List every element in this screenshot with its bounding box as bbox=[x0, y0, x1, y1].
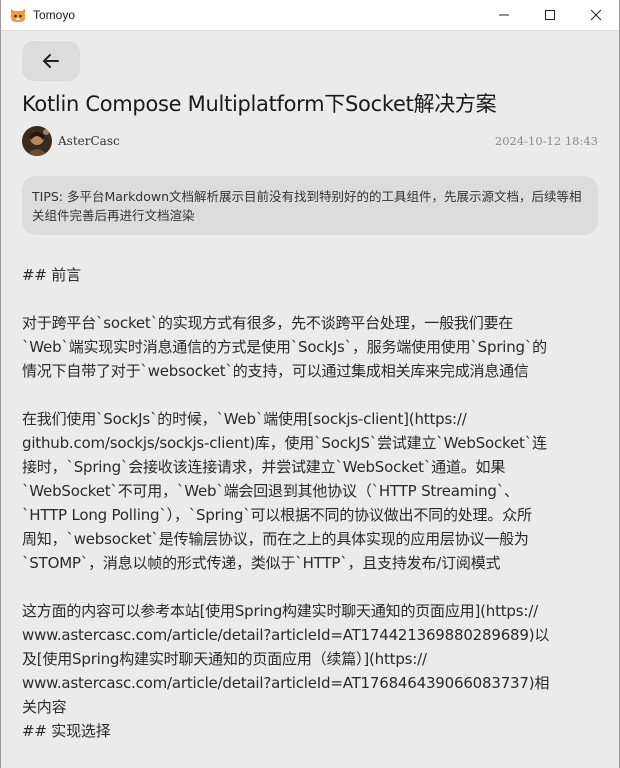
body-text-line: 关内容 bbox=[22, 698, 67, 716]
app-window: Tomoyo Kotlin Compose Multiplatform下Sock… bbox=[0, 0, 620, 768]
body-text-line: www.astercasc.com/article/detail?article… bbox=[22, 674, 550, 692]
window-controls bbox=[481, 0, 619, 31]
body-blank-line bbox=[22, 383, 598, 407]
close-icon bbox=[590, 9, 602, 21]
window-title: Tomoyo bbox=[33, 8, 76, 22]
close-button[interactable] bbox=[573, 0, 619, 31]
maximize-button[interactable] bbox=[527, 0, 573, 31]
avatar[interactable] bbox=[22, 126, 52, 156]
minimize-icon bbox=[499, 14, 509, 16]
body-text-line: ## 前言 bbox=[22, 266, 81, 284]
body-blank-line bbox=[22, 287, 598, 311]
author-row: AsterCasc 2024-10-12 18:43 bbox=[22, 126, 598, 156]
back-button[interactable] bbox=[22, 41, 80, 81]
article-view[interactable]: Kotlin Compose Multiplatform下Socket解决方案 … bbox=[1, 31, 619, 768]
body-text-line: 对于跨平台`socket`的实现方式有很多，先不谈跨平台处理，一般我们要在 bbox=[22, 314, 514, 332]
body-text-line: `WebSocket`不可用，`Web`端会回退到其他协议（`HTTP Stre… bbox=[22, 482, 519, 500]
body-text-line: `STOMP`，消息以帧的形式传递，类似于`HTTP`，且支持发布/订阅模式 bbox=[22, 554, 501, 572]
body-text-line: 及[使用Spring构建实时聊天通知的页面应用（续篇）](https:// bbox=[22, 650, 427, 668]
body-text-line: `Web`端实现实时消息通信的方式是使用`SockJs`，服务端使用使用`Spr… bbox=[22, 338, 547, 356]
body-text-line: `HTTP Long Polling`），`Spring`可以根据不同的协议做出… bbox=[22, 506, 532, 524]
body-text-line: www.astercasc.com/article/detail?article… bbox=[22, 626, 550, 644]
title-bar[interactable]: Tomoyo bbox=[1, 0, 619, 31]
arrow-left-icon bbox=[43, 54, 59, 68]
post-date: 2024-10-12 18:43 bbox=[494, 134, 598, 148]
app-logo-icon bbox=[10, 7, 26, 23]
author-name[interactable]: AsterCasc bbox=[58, 134, 120, 148]
body-text-line: 这方面的内容可以参考本站[使用Spring构建实时聊天通知的页面应用](http… bbox=[22, 602, 538, 620]
body-text-line: ## 实现选择 bbox=[22, 722, 111, 740]
body-text-line: 周知，`websocket`是传输层协议，而在之上的具体实现的应用层协议一般为 bbox=[22, 530, 529, 548]
tips-notice: TIPS: 多平台Markdown文档解析展示目前没有找到特别好的的工具组件，先… bbox=[22, 176, 598, 235]
body-text-line: 接时，`Spring`会接收该连接请求，并尝试建立`WebSocket`通道。如… bbox=[22, 458, 506, 476]
body-blank-line bbox=[22, 575, 598, 599]
minimize-button[interactable] bbox=[481, 0, 527, 31]
body-text-line: 在我们使用`SockJs`的时候，`Web`端使用[sockjs-client]… bbox=[22, 410, 467, 428]
body-text-line: github.com/sockjs/sockjs-client)库，使用`Soc… bbox=[22, 434, 547, 452]
article-title: Kotlin Compose Multiplatform下Socket解决方案 bbox=[22, 92, 497, 116]
article-markdown-source: ## 前言对于跨平台`socket`的实现方式有很多，先不谈跨平台处理，一般我们… bbox=[22, 263, 598, 743]
maximize-icon bbox=[545, 10, 555, 20]
body-text-line: 情况下自带了对于`websocket`的支持，可以通过集成相关库来完成消息通信 bbox=[22, 362, 529, 380]
